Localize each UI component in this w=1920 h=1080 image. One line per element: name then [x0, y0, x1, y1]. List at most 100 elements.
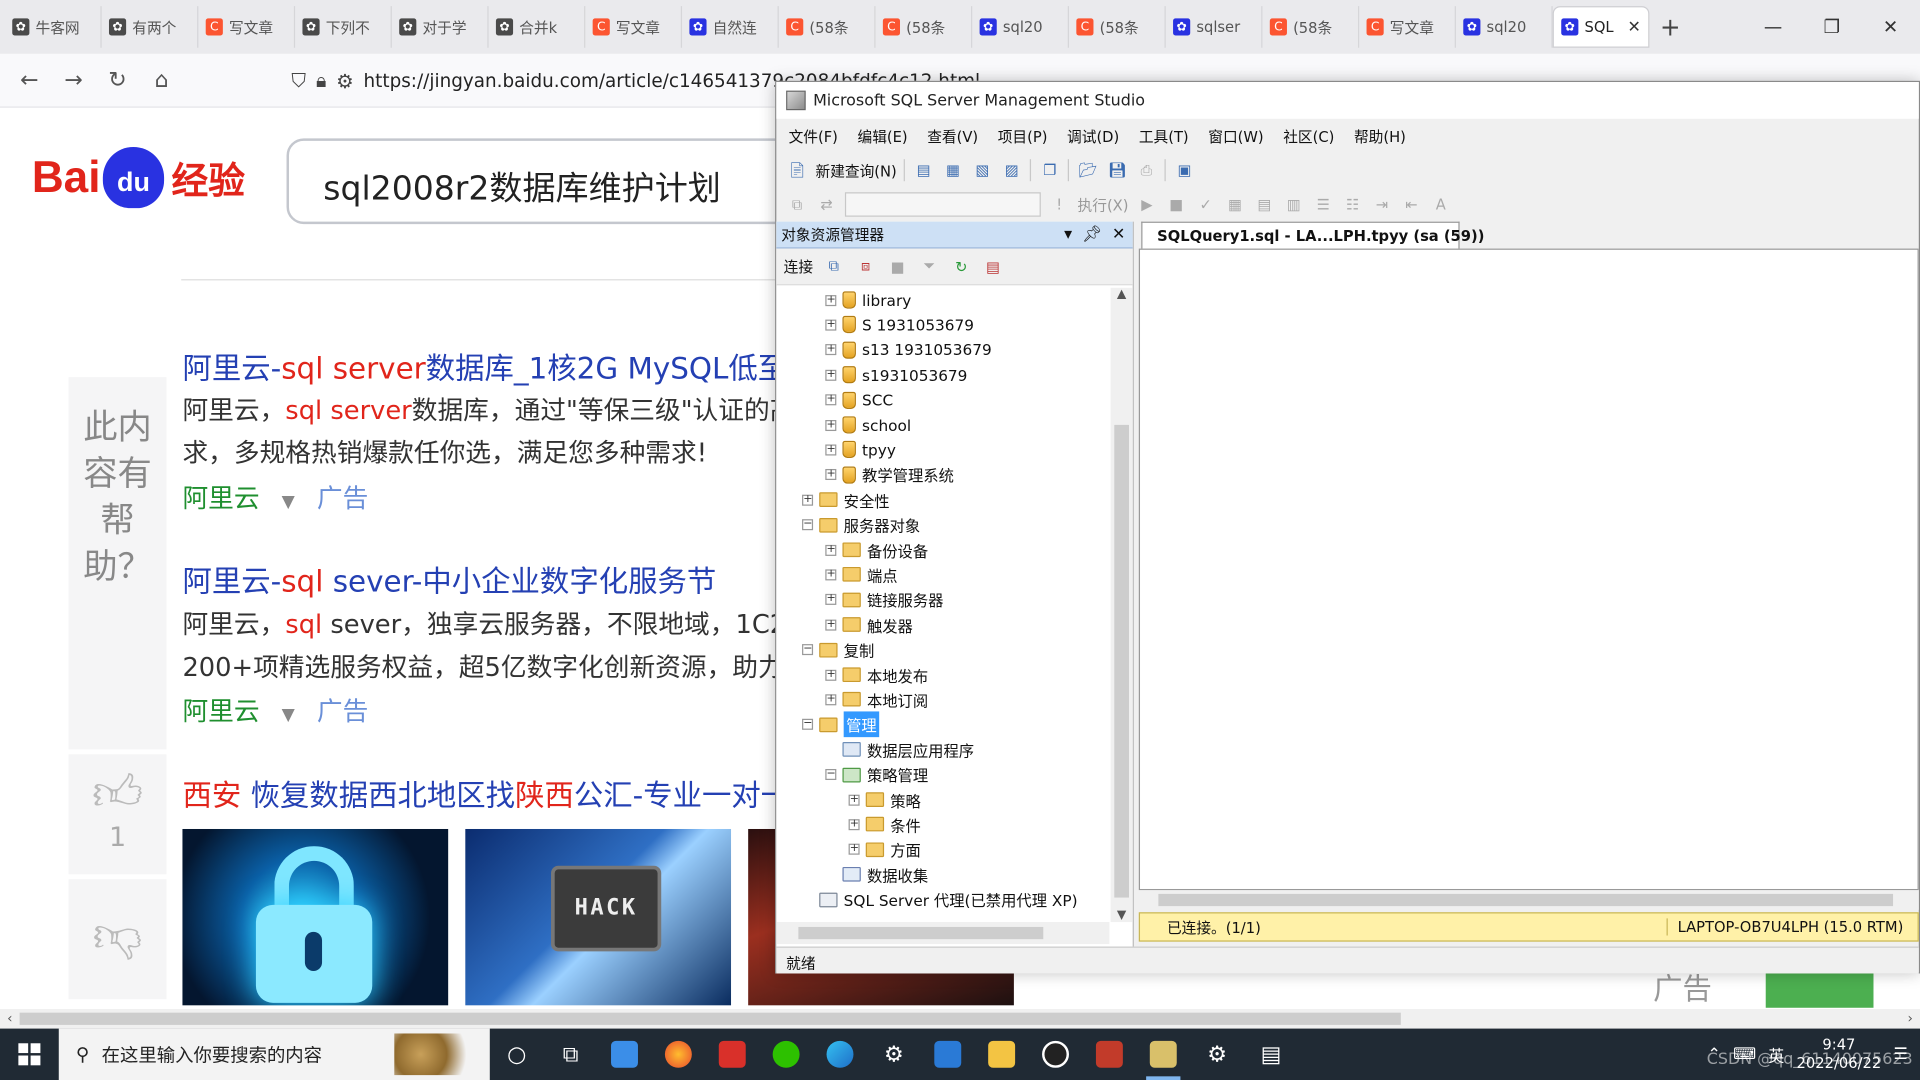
plan-icon[interactable]: ▦ [1224, 193, 1246, 215]
minimize-icon[interactable]: — [1744, 0, 1803, 54]
expand-icon[interactable]: + [825, 394, 837, 406]
tree-node[interactable]: SQL Server 代理(已禁用代理 XP) [802, 887, 1078, 911]
menu-item[interactable]: 项目(P) [998, 126, 1048, 147]
menu-item[interactable]: 工具(T) [1139, 126, 1189, 147]
browser-tab[interactable]: ✿ SQL ✕ [1552, 6, 1650, 48]
tree-node[interactable]: + tpyy [825, 438, 896, 462]
browser-tab[interactable]: C 写文章 [1359, 6, 1456, 48]
browser-tab[interactable]: ✿ 对于学 [392, 6, 489, 48]
browser-tab[interactable]: ✿ sql20 [972, 6, 1069, 48]
close-window-icon[interactable]: ✕ [1861, 0, 1920, 54]
settings-app-icon[interactable]: ⚙ [867, 1029, 921, 1080]
tree-node[interactable]: + 链接服务器 [825, 588, 943, 612]
scroll-up-icon[interactable]: ▲ [1111, 288, 1133, 301]
results-grid-icon[interactable]: ▥ [1283, 193, 1305, 215]
menu-item[interactable]: 文件(F) [789, 126, 838, 147]
baidu-logo[interactable]: Bai du 经验 [32, 146, 245, 209]
tree-node[interactable]: + 条件 [848, 812, 921, 836]
taskbar-search[interactable]: ⚲ 在这里输入你要搜索的内容 [58, 1028, 490, 1080]
tree-node[interactable]: − 策略管理 [825, 762, 928, 786]
browser-tab[interactable]: C (58条 [1069, 6, 1166, 48]
expand-icon[interactable]: + [825, 569, 837, 581]
new-tab-button[interactable]: + [1649, 12, 1691, 41]
specify-values-icon[interactable]: A [1430, 193, 1452, 215]
scroll-left-icon[interactable]: ‹ [0, 1009, 20, 1029]
browser-tab[interactable]: C (58条 [1262, 6, 1360, 48]
expand-icon[interactable]: + [825, 444, 837, 456]
browser-tab[interactable]: ✿ sqlser [1166, 6, 1263, 48]
uncomment-icon[interactable]: ☷ [1342, 193, 1364, 215]
like-button[interactable]: 👍︎ 1 [68, 754, 167, 875]
tree-node[interactable]: 数据收集 [825, 862, 928, 886]
new-query-button[interactable]: 新建查询(N) [816, 160, 897, 181]
expand-icon[interactable]: + [825, 419, 837, 431]
hack-chip-image[interactable]: HACK [465, 828, 732, 1006]
query-tab[interactable]: SQLQuery1.sql - LA...LPH.tpyy (sa (59)) [1141, 221, 1484, 249]
scrollbar-thumb[interactable] [798, 926, 1044, 940]
media-icon[interactable] [921, 1029, 975, 1080]
tree-node[interactable]: + 安全性 [802, 488, 890, 512]
tree-vertical-scrollbar[interactable]: ▲ ▼ [1110, 287, 1133, 923]
menu-item[interactable]: 调试(D) [1067, 126, 1119, 147]
expand-icon[interactable]: + [825, 319, 837, 331]
tree-node[interactable]: + 端点 [825, 563, 898, 587]
close-tab-icon[interactable]: ✕ [1627, 18, 1640, 36]
ssms-taskbar-icon[interactable] [1136, 1029, 1190, 1080]
execute-button[interactable]: 执行(X) [1078, 194, 1129, 215]
tree-node[interactable]: − 服务器对象 [802, 513, 920, 537]
source-name[interactable]: 阿里云 [182, 697, 259, 726]
comment-icon[interactable]: ☰ [1312, 193, 1334, 215]
outdent-icon[interactable]: ⇤ [1400, 193, 1422, 215]
editor-horizontal-scrollbar[interactable] [1138, 890, 1919, 910]
query-editor[interactable] [1138, 248, 1919, 891]
menu-item[interactable]: 查看(V) [927, 126, 978, 147]
chevron-down-icon[interactable]: ▾ [1064, 225, 1072, 243]
database-select[interactable] [844, 192, 1041, 217]
page-horizontal-scrollbar[interactable]: ‹ › [0, 1008, 1920, 1029]
expand-icon[interactable]: + [825, 469, 837, 481]
collapse-icon[interactable]: − [802, 519, 814, 531]
connect-dropdown[interactable]: 连接 [784, 256, 813, 277]
close-icon[interactable]: ✕ [1112, 225, 1125, 243]
browser-tab[interactable]: ✿ sql20 [1456, 6, 1553, 48]
start-button[interactable] [0, 1029, 59, 1080]
pin-icon[interactable]: 📌︎ [1082, 225, 1102, 243]
indent-icon[interactable]: ⇥ [1371, 193, 1393, 215]
collapse-icon[interactable]: − [825, 768, 837, 781]
save-icon[interactable]: 💾︎ [1106, 159, 1128, 181]
browser-tab[interactable]: ✿ 牛客网 [5, 6, 102, 48]
parse-icon[interactable]: ✓ [1195, 193, 1217, 215]
expand-icon[interactable]: + [848, 793, 860, 806]
folder-icon[interactable] [975, 1029, 1029, 1080]
expand-icon[interactable]: + [848, 818, 860, 831]
connect-icon[interactable]: ⧉ [786, 193, 808, 215]
tree-node[interactable]: + 本地发布 [825, 662, 928, 686]
dislike-button[interactable]: 👎︎ [68, 879, 167, 1000]
firefox-icon[interactable] [651, 1029, 705, 1080]
menu-item[interactable]: 窗口(W) [1208, 126, 1263, 147]
tree-node[interactable]: + 备份设备 [825, 538, 928, 562]
analysis-query-icon[interactable]: ▦ [942, 159, 964, 181]
tree-node[interactable]: − 管理 [802, 711, 880, 738]
query-options-icon[interactable]: ▤ [1253, 193, 1275, 215]
expand-icon[interactable]: + [848, 843, 860, 856]
collapse-icon[interactable]: − [802, 644, 814, 656]
tree-node[interactable]: + 教学管理系统 [825, 463, 954, 487]
browser-tab[interactable]: C 写文章 [585, 6, 683, 48]
database-engine-query-icon[interactable]: ▤ [913, 159, 935, 181]
menu-item[interactable]: 帮助(H) [1354, 126, 1406, 147]
stop-icon[interactable]: ■ [887, 255, 909, 277]
expand-icon[interactable]: + [825, 619, 837, 631]
padlock-image[interactable] [182, 828, 449, 1006]
expand-icon[interactable]: + [825, 369, 837, 381]
browser-tab[interactable]: ✿ 自然连 [682, 6, 779, 48]
tree-horizontal-scrollbar[interactable] [776, 922, 1110, 945]
scrollbar-thumb[interactable] [1114, 424, 1129, 898]
new-query-icon[interactable]: 📄︎ [786, 159, 808, 181]
tree-node[interactable]: + library [825, 288, 911, 312]
tree-node[interactable]: + 触发器 [825, 612, 913, 636]
browser-tab[interactable]: C (58条 [876, 6, 973, 48]
copy-icon[interactable]: ❐ [1039, 159, 1061, 181]
mdx-query-icon[interactable]: ▧ [971, 159, 993, 181]
tree-node[interactable]: 数据层应用程序 [825, 737, 974, 761]
